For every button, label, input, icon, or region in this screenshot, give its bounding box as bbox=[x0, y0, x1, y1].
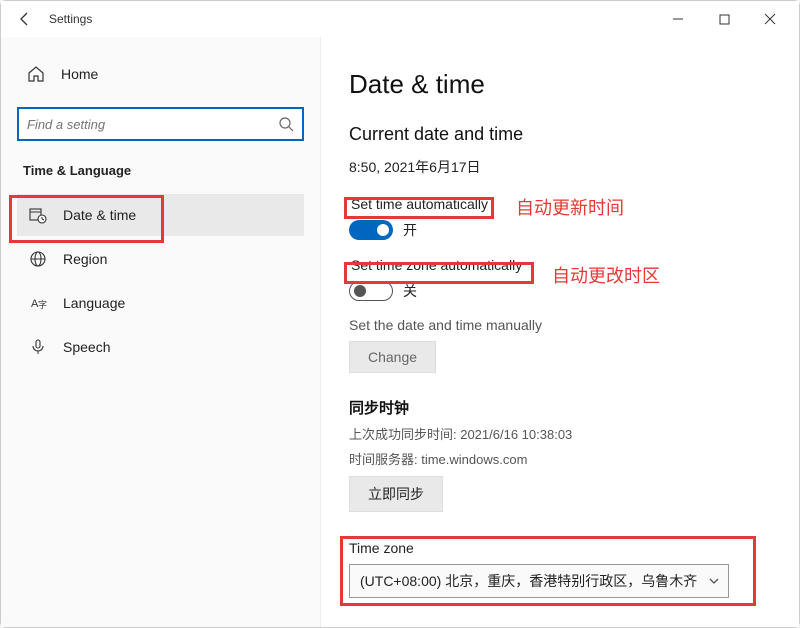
auto-tz-state: 关 bbox=[403, 281, 417, 301]
sidebar-item-label: Date & time bbox=[63, 207, 136, 223]
search-input[interactable] bbox=[27, 117, 278, 132]
search-input-wrapper[interactable] bbox=[17, 107, 304, 141]
change-button[interactable]: Change bbox=[349, 341, 436, 373]
sidebar-item-date-time[interactable]: Date & time bbox=[17, 194, 304, 236]
auto-time-state: 开 bbox=[403, 220, 417, 240]
titlebar: Settings bbox=[1, 1, 799, 37]
sidebar-item-label: Region bbox=[63, 251, 107, 267]
home-label: Home bbox=[61, 66, 98, 82]
content-pane: Date & time Current date and time 8:50, … bbox=[321, 37, 799, 627]
arrow-left-icon bbox=[17, 11, 33, 27]
timezone-value: (UTC+08:00) 北京，重庆，香港特别行政区，乌鲁木齐 bbox=[360, 573, 697, 589]
sync-heading: 同步时钟 bbox=[349, 397, 771, 418]
home-icon bbox=[27, 65, 45, 83]
back-button[interactable] bbox=[15, 9, 35, 29]
timezone-select[interactable]: (UTC+08:00) 北京，重庆，香港特别行政区，乌鲁木齐 bbox=[349, 564, 729, 598]
sidebar-item-language[interactable]: A字 Language bbox=[17, 282, 304, 324]
sidebar: Home Time & Language Date & time Region … bbox=[1, 37, 321, 627]
current-dt-value: 8:50, 2021年6月17日 bbox=[349, 157, 771, 177]
svg-text:字: 字 bbox=[38, 299, 47, 310]
microphone-icon bbox=[29, 338, 47, 356]
sync-server: 时间服务器: time.windows.com bbox=[349, 449, 771, 468]
current-dt-heading: Current date and time bbox=[349, 124, 771, 145]
close-button[interactable] bbox=[747, 3, 793, 35]
sidebar-item-label: Speech bbox=[63, 339, 110, 355]
window-title: Settings bbox=[49, 12, 92, 26]
maximize-icon bbox=[719, 14, 730, 25]
auto-time-toggle[interactable] bbox=[349, 220, 393, 240]
search-icon bbox=[278, 116, 294, 132]
calendar-clock-icon bbox=[29, 206, 47, 224]
category-heading: Time & Language bbox=[17, 163, 304, 178]
sidebar-item-label: Language bbox=[63, 295, 125, 311]
nav-list: Date & time Region A字 Language Speech bbox=[17, 194, 304, 368]
manual-set-label: Set the date and time manually bbox=[349, 317, 771, 333]
auto-tz-label: Set time zone automatically bbox=[349, 256, 524, 274]
auto-tz-toggle[interactable] bbox=[349, 281, 393, 301]
chevron-down-icon bbox=[708, 575, 720, 587]
minimize-button[interactable] bbox=[655, 3, 701, 35]
page-title: Date & time bbox=[349, 69, 771, 100]
sync-now-button[interactable]: 立即同步 bbox=[349, 476, 443, 512]
language-icon: A字 bbox=[29, 294, 47, 312]
maximize-button[interactable] bbox=[701, 3, 747, 35]
home-nav[interactable]: Home bbox=[17, 57, 304, 91]
timezone-label: Time zone bbox=[349, 540, 771, 556]
globe-icon bbox=[29, 250, 47, 268]
minimize-icon bbox=[672, 13, 684, 25]
close-icon bbox=[764, 13, 776, 25]
sidebar-item-region[interactable]: Region bbox=[17, 238, 304, 280]
auto-time-label: Set time automatically bbox=[349, 195, 490, 213]
sync-last-time: 上次成功同步时间: 2021/6/16 10:38:03 bbox=[349, 424, 771, 443]
sidebar-item-speech[interactable]: Speech bbox=[17, 326, 304, 368]
